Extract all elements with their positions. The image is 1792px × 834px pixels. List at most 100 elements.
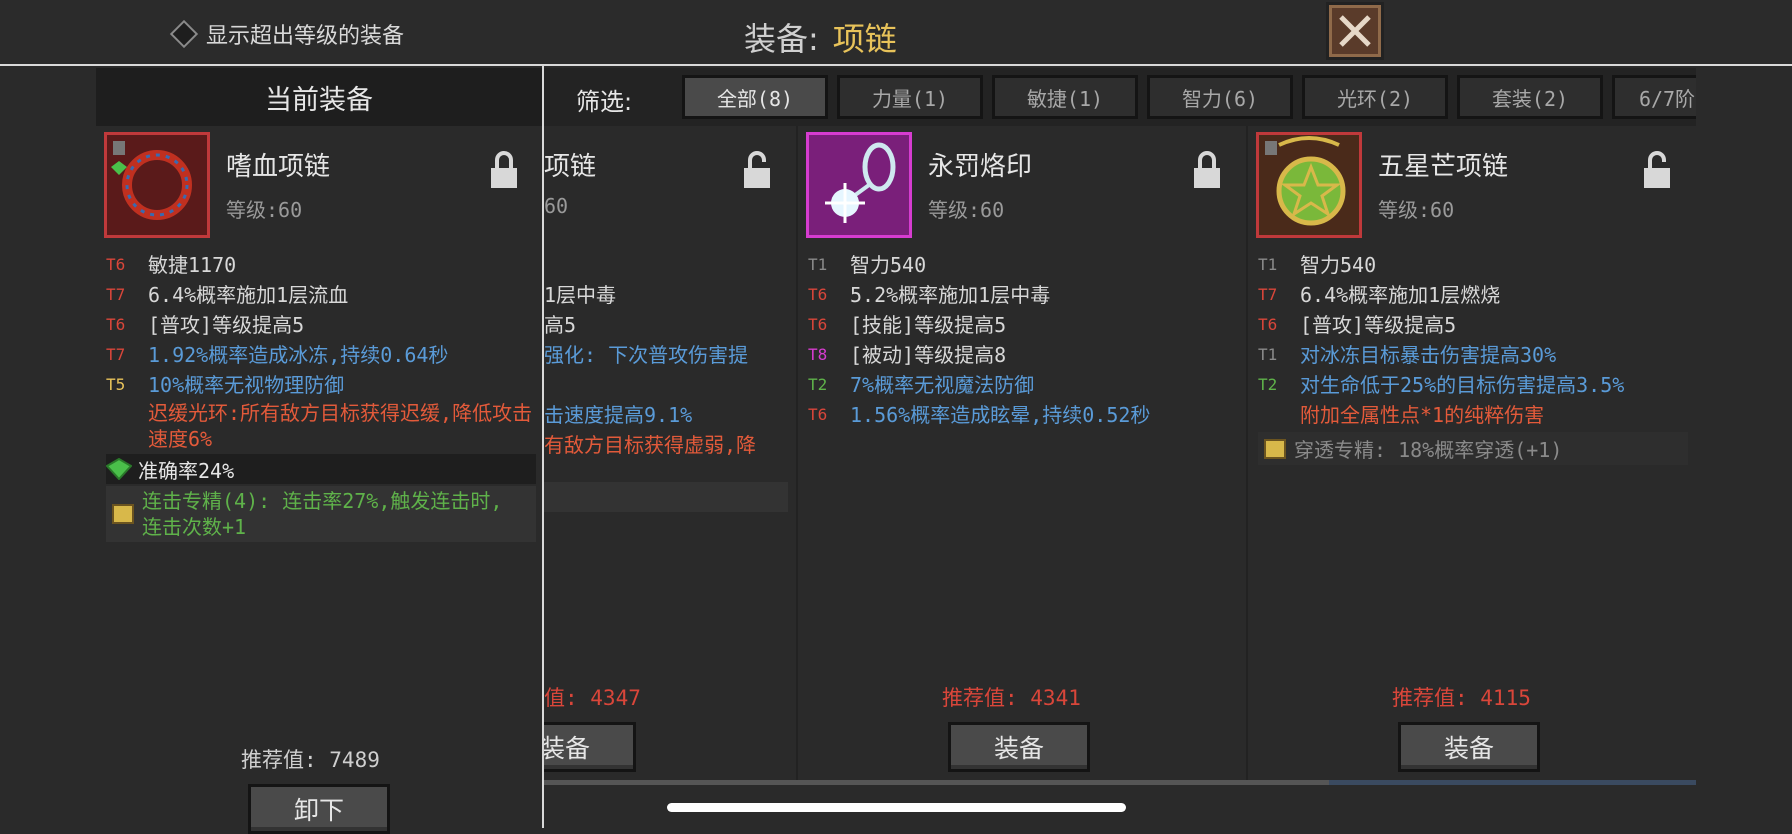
unlock-icon[interactable] — [742, 150, 772, 190]
page-title: 装备: 项链 — [744, 14, 897, 60]
stat-text: 对生命低于25%的目标伤害提高3.5% — [1300, 373, 1625, 397]
stat-text: 智力540 — [1300, 253, 1377, 277]
item-name: 嗜血项链 — [226, 152, 331, 182]
stat-tier: T6 — [808, 405, 828, 424]
item-level: 等级:60 — [226, 198, 303, 222]
item-name: 永罚烙印 — [928, 152, 1033, 182]
show-overlevel-label: 显示超出等级的装备 — [206, 24, 405, 49]
recommend-value: 推荐值: 4115 — [1392, 686, 1531, 710]
item-stats: T1 智力540 T7 6.4%概率施加1层燃烧 T6 [普攻]等级提高5 T1 对冰冻… — [1258, 250, 1688, 465]
tab-aura[interactable]: 光环(2) — [1302, 75, 1448, 119]
special-row: 穿透专精: 18%概率穿透(+1) — [1258, 432, 1688, 465]
tab-strength[interactable]: 力量(1) — [837, 75, 983, 119]
close-button[interactable] — [1326, 2, 1384, 60]
tab-all[interactable]: 全部(8) — [682, 75, 828, 119]
lock-icon[interactable] — [489, 150, 519, 190]
stat-text: [技能]等级提高5 — [850, 313, 1007, 337]
stat-tier: T6 — [808, 315, 828, 334]
home-indicator[interactable] — [667, 803, 1126, 812]
special-row — [544, 482, 788, 512]
stat-text: 1层中毒 — [544, 283, 617, 307]
stat-text: 对冰冻目标暴击伤害提高30% — [1300, 343, 1557, 367]
title-value: 项链 — [832, 20, 897, 58]
show-overlevel-toggle[interactable]: 显示超出等级的装备 — [169, 18, 405, 50]
special-text: 穿透专精: 18%概率穿透(+1) — [1294, 438, 1563, 462]
stat-text: 强化: 下次普攻伤害提 — [544, 343, 749, 367]
item-stats: T6 敏捷1170 T7 6.4%概率施加1层流血 T6 [普攻]等级提高5 T7 1.… — [106, 250, 546, 542]
stat-text: 敏捷1170 — [148, 253, 237, 277]
tab-tier67[interactable]: 6/7阶 — [1612, 75, 1696, 119]
gem-row: 准确率24% — [106, 454, 536, 484]
pentagram-necklace-icon — [1259, 135, 1359, 235]
stat-tier: T6 — [1258, 315, 1278, 334]
item-icon[interactable] — [1256, 132, 1362, 238]
scroll-icon — [112, 504, 134, 524]
blood-necklace-icon — [107, 135, 207, 235]
stat-tier: T5 — [106, 375, 126, 394]
filter-label: 筛选: — [576, 88, 633, 116]
stat-text: 智力540 — [850, 253, 927, 277]
item-name: 五星芒项链 — [1378, 152, 1509, 182]
unlock-icon[interactable] — [1642, 150, 1672, 190]
tab-intelligence[interactable]: 智力(6) — [1147, 75, 1293, 119]
stat-tier: T7 — [1258, 285, 1278, 304]
gem-icon — [106, 458, 132, 480]
stat-text: 6.4%概率施加1层燃烧 — [1300, 283, 1501, 307]
equip-button[interactable]: 装备 — [948, 722, 1090, 772]
equip-button[interactable]: 装备 — [1398, 722, 1540, 772]
checkbox-diamond-icon[interactable] — [169, 19, 199, 49]
item-card: 永罚烙印 等级:60 T1 智力540 T6 5.2%概率施加1层中毒 T6 [技能]… — [798, 126, 1246, 782]
stat-text: 7%概率无视魔法防御 — [850, 373, 1035, 397]
aura-text: 迟缓光环:所有敌方目标获得迟缓,降低攻击速度6% — [148, 401, 533, 451]
scroll-icon — [1264, 438, 1286, 459]
special-text: 连击专精(4): 连击率27%,触发连击时,连击次数+1 — [142, 489, 503, 539]
item-icon[interactable] — [104, 132, 210, 238]
recommend-value: 推荐值: 4341 — [942, 686, 1081, 710]
item-card-partial: 项链 60 1层中毒 高5 强化: 下次普攻伤害提 击速度提高9.1% 有敌方目… — [544, 126, 796, 782]
item-level: 等级:60 — [1378, 198, 1455, 222]
panel-divider — [542, 66, 544, 828]
stat-text: 1.56%概率造成眩晕,持续0.52秒 — [850, 403, 1151, 427]
stat-text: 高5 — [544, 313, 577, 337]
stat-tier: T2 — [808, 375, 828, 394]
filter-tabs: 全部(8) 力量(1) 敏捷(1) 智力(6) 光环(2) 套装(2) 6/7阶 — [682, 75, 1696, 119]
lock-icon[interactable] — [1192, 150, 1222, 190]
stat-tier: T1 — [808, 255, 828, 274]
stat-text: [被动]等级提高8 — [850, 343, 1007, 367]
stat-text: [普攻]等级提高5 — [148, 313, 305, 337]
stat-text: 1.92%概率造成冰冻,持续0.64秒 — [148, 343, 449, 367]
tab-agility[interactable]: 敏捷(1) — [992, 75, 1138, 119]
recommend-value: 值: 4347 — [544, 686, 641, 710]
stat-text: 有敌方目标获得虚弱,降 — [544, 433, 757, 457]
scrollbar-thumb[interactable] — [1329, 780, 1696, 785]
stat-tier: T8 — [808, 345, 828, 364]
special-row: 连击专精(4): 连击率27%,触发连击时,连击次数+1 — [106, 486, 536, 542]
gem-text: 准确率24% — [138, 458, 235, 483]
item-icon[interactable] — [806, 132, 912, 238]
top-bar: 显示超出等级的装备 装备: 项链 — [0, 0, 1792, 66]
stat-tier: T6 — [808, 285, 828, 304]
stat-text: 附加全属性点*1的纯粹伤害 — [1300, 403, 1545, 427]
item-level: 等级:60 — [928, 198, 1005, 222]
stat-tier: T6 — [106, 255, 126, 274]
stat-text: [普攻]等级提高5 — [1300, 313, 1457, 337]
unequip-button[interactable]: 卸下 — [248, 784, 390, 834]
stat-text: 5.2%概率施加1层中毒 — [850, 283, 1051, 307]
item-card: 五星芒项链 等级:60 T1 智力540 T7 6.4%概率施加1层燃烧 T6 [普攻… — [1248, 126, 1696, 782]
stat-tier: T2 — [1258, 375, 1278, 394]
horizontal-scrollbar[interactable] — [544, 780, 1696, 785]
equip-button[interactable]: 装备 — [544, 722, 636, 772]
stat-tier: T7 — [106, 285, 126, 304]
tab-set[interactable]: 套装(2) — [1457, 75, 1603, 119]
stat-tier: T6 — [106, 315, 126, 334]
item-stats: T1 智力540 T6 5.2%概率施加1层中毒 T6 [技能]等级提高5 T8 [被动… — [808, 250, 1238, 430]
close-icon — [1339, 15, 1371, 47]
title-label: 装备: — [744, 20, 819, 58]
stat-tier: T1 — [1258, 255, 1278, 274]
filter-bar: 筛选: 全部(8) 力量(1) 敏捷(1) 智力(6) 光环(2) 套装(2) … — [544, 68, 1696, 126]
item-stats: 1层中毒 高5 强化: 下次普攻伤害提 击速度提高9.1% 有敌方目标获得虚弱,… — [544, 280, 796, 512]
stat-text: 6.4%概率施加1层流血 — [148, 283, 349, 307]
current-item-card: 嗜血项链 等级:60 T6 敏捷1170 T7 6.4%概率施加1层流血 T6 [普攻… — [96, 126, 542, 834]
stat-text: 击速度提高9.1% — [544, 403, 693, 427]
recommend-value: 推荐值: 7489 — [241, 748, 380, 772]
